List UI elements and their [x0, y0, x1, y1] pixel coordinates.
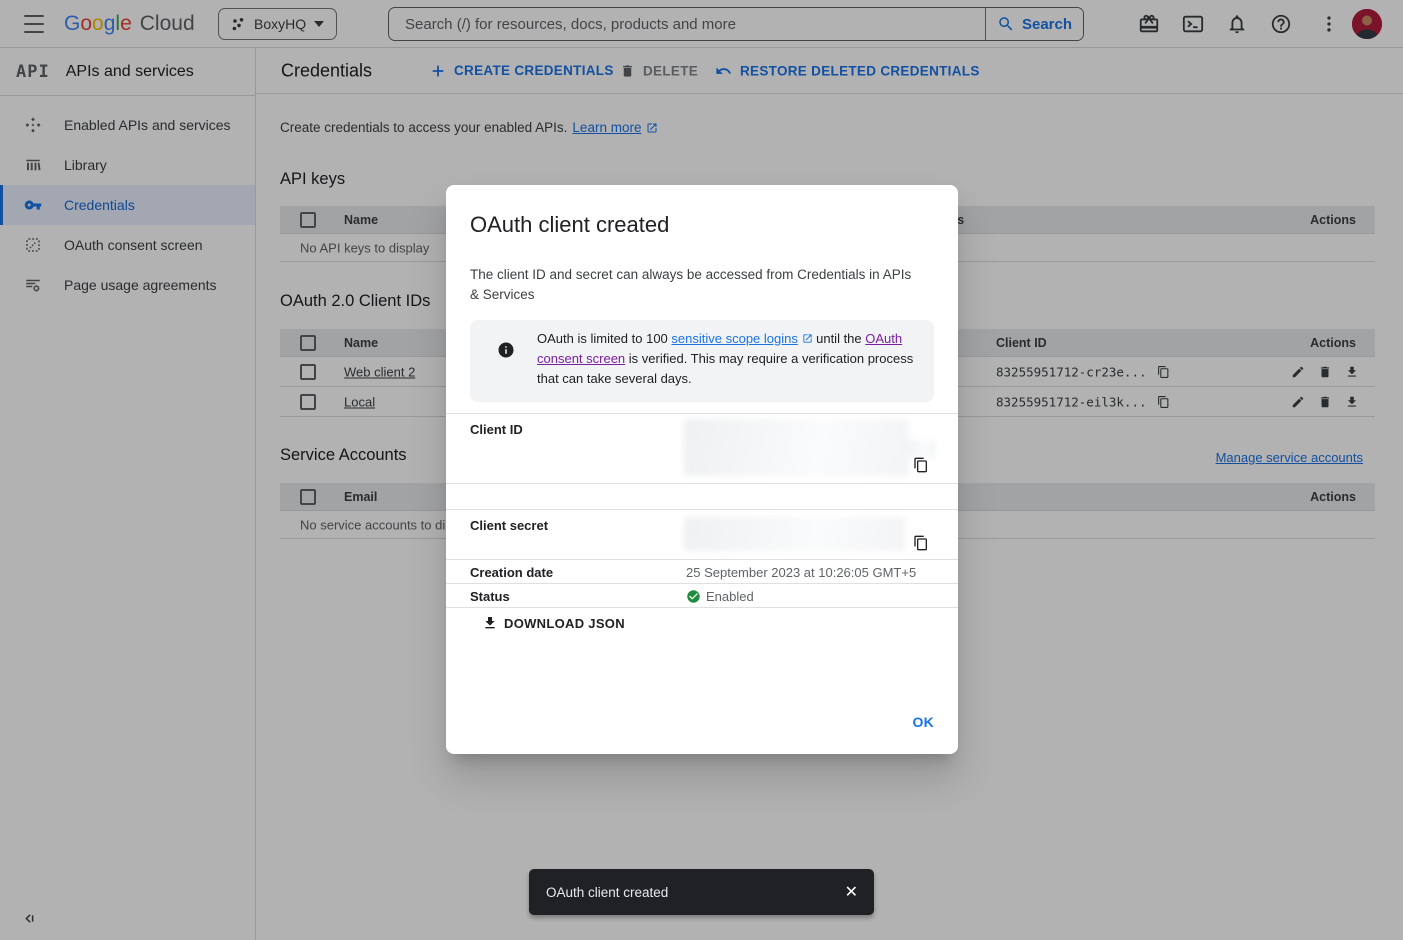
client-id-redacted-value [684, 419, 909, 476]
dialog-title: OAuth client created [470, 212, 669, 238]
notice-banner: OAuth is limited to 100 sensitive scope … [470, 320, 934, 402]
copy-icon[interactable] [913, 457, 929, 473]
copy-icon[interactable] [913, 535, 929, 551]
client-secret-label: Client secret [470, 518, 548, 533]
ok-button[interactable]: OK [913, 714, 935, 730]
close-icon[interactable]: ✕ [839, 876, 864, 908]
client-id-redacted-value [906, 440, 936, 458]
snackbar: OAuth client created ✕ [529, 869, 874, 915]
dialog-description: The client ID and secret can always be a… [470, 265, 918, 305]
snackbar-message: OAuth client created [546, 885, 839, 900]
client-secret-redacted-value [684, 517, 905, 551]
download-json-button[interactable]: DOWNLOAD JSON [482, 615, 625, 631]
info-icon [497, 341, 515, 359]
check-circle-icon [686, 589, 701, 604]
oauth-client-created-dialog: OAuth client created The client ID and s… [446, 185, 958, 754]
sensitive-scope-logins-link[interactable]: sensitive scope logins [671, 331, 797, 346]
status-row: Status Enabled [446, 584, 958, 608]
download-icon [482, 615, 498, 631]
creation-date-label: Creation date [470, 565, 553, 580]
notice-text: OAuth is limited to 100 sensitive scope … [537, 329, 937, 389]
status-value: Enabled [706, 589, 754, 604]
creation-date-row: Creation date 25 September 2023 at 10:26… [446, 560, 958, 584]
creation-date-value: 25 September 2023 at 10:26:05 GMT+5 [686, 565, 916, 580]
client-id-label: Client ID [470, 422, 523, 437]
external-link-icon [802, 333, 813, 344]
status-label: Status [470, 589, 510, 604]
